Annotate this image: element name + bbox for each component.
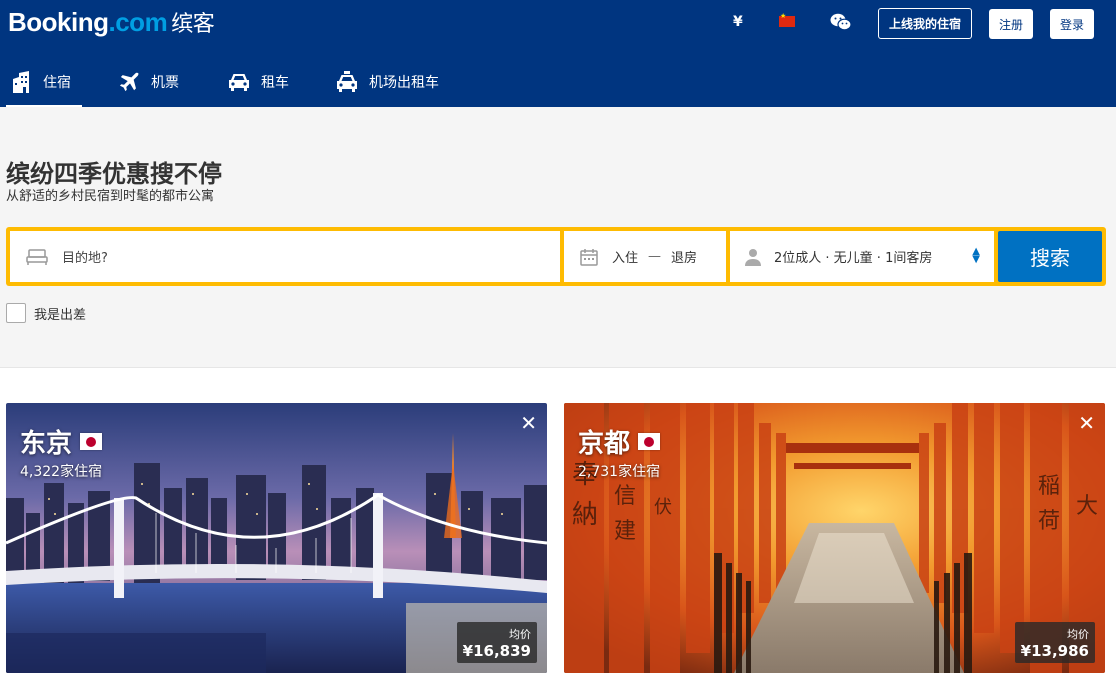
car-icon — [229, 73, 249, 91]
svg-text:納: 納 — [572, 500, 598, 530]
property-count: 2,731家住宿 — [578, 464, 661, 480]
search-button[interactable]: 搜索 — [998, 231, 1102, 282]
nav-tab-flights[interactable]: 机票 — [119, 56, 179, 107]
booking-logo[interactable]: Booking.com 缤客 — [8, 6, 215, 38]
calendar-icon — [580, 248, 598, 266]
nav-tab-car-rental[interactable]: 租车 — [227, 56, 289, 107]
register-button[interactable]: 注册 — [989, 9, 1033, 39]
hotel-icon — [13, 70, 29, 93]
close-icon[interactable]: ✕ — [520, 413, 537, 433]
destination-input[interactable]: 目的地? — [10, 231, 560, 282]
chevron-updown-icon: ▲ ▼ — [972, 246, 980, 265]
wechat-icon[interactable] — [830, 12, 852, 32]
svg-text:荷: 荷 — [1038, 509, 1060, 534]
date-picker[interactable]: 入住 — 退房 — [564, 231, 726, 282]
business-trip-checkbox[interactable]: 我是出差 — [6, 303, 86, 323]
hero-title: 缤纷四季优惠搜不停 — [6, 160, 222, 188]
checkin-label: 入住 — [612, 251, 639, 266]
svg-text:建: 建 — [614, 519, 636, 544]
checkbox-box[interactable] — [6, 303, 26, 323]
plane-icon — [119, 72, 139, 91]
average-price-badge: 均价 ¥16,839 — [456, 622, 537, 663]
currency-selector[interactable]: ¥ — [733, 14, 743, 30]
city-name: 东京 — [20, 423, 103, 460]
checkout-label: 退房 — [671, 251, 698, 266]
city-name: 京都 — [578, 423, 661, 460]
nav-tab-airport-taxi[interactable]: 机场出租车 — [335, 56, 439, 107]
bed-icon — [26, 248, 48, 265]
close-icon[interactable]: ✕ — [1078, 413, 1095, 433]
search-bar: 目的地? 入住 — 退房 2位成人 · 无儿童 · 1间客房 ▲ ▼ 搜索 — [6, 227, 1106, 286]
business-trip-label: 我是出差 — [34, 307, 87, 323]
login-button[interactable]: 登录 — [1050, 9, 1094, 39]
top-header: Booking.com缤客 ¥ 上线我的住宿 注册 登录 住宿 — [0, 0, 1116, 107]
taxi-icon — [337, 70, 357, 92]
japan-flag-icon — [638, 433, 661, 450]
nav-tab-stays[interactable]: 住宿 — [6, 56, 82, 107]
language-flag-icon[interactable] — [779, 12, 795, 27]
list-property-button[interactable]: 上线我的住宿 — [878, 8, 972, 39]
date-separator: — — [648, 249, 662, 264]
person-icon — [745, 248, 761, 266]
destination-card-tokyo[interactable]: 东京 4,322家住宿 ✕ 均价 ¥16,839 — [6, 403, 547, 673]
property-count: 4,322家住宿 — [20, 464, 103, 480]
average-price-badge: 均价 ¥13,986 — [1014, 622, 1095, 663]
guest-selector[interactable]: 2位成人 · 无儿童 · 1间客房 ▲ ▼ — [730, 231, 994, 282]
svg-text:大: 大 — [1076, 494, 1098, 519]
destination-placeholder: 目的地? — [62, 251, 108, 266]
svg-text:信: 信 — [614, 484, 636, 509]
svg-text:伏: 伏 — [654, 497, 672, 518]
japan-flag-icon — [80, 433, 103, 450]
destination-card-kyoto[interactable]: 奉 納 信 建 伏 稲 荷 大 京都 2,731家住宿 ✕ 均价 ¥13,986 — [564, 403, 1105, 673]
hero-subtitle: 从舒适的乡村民宿到时髦的都市公寓 — [6, 189, 215, 204]
guest-summary: 2位成人 · 无儿童 · 1间客房 — [774, 251, 933, 266]
svg-text:稲: 稲 — [1038, 474, 1060, 499]
